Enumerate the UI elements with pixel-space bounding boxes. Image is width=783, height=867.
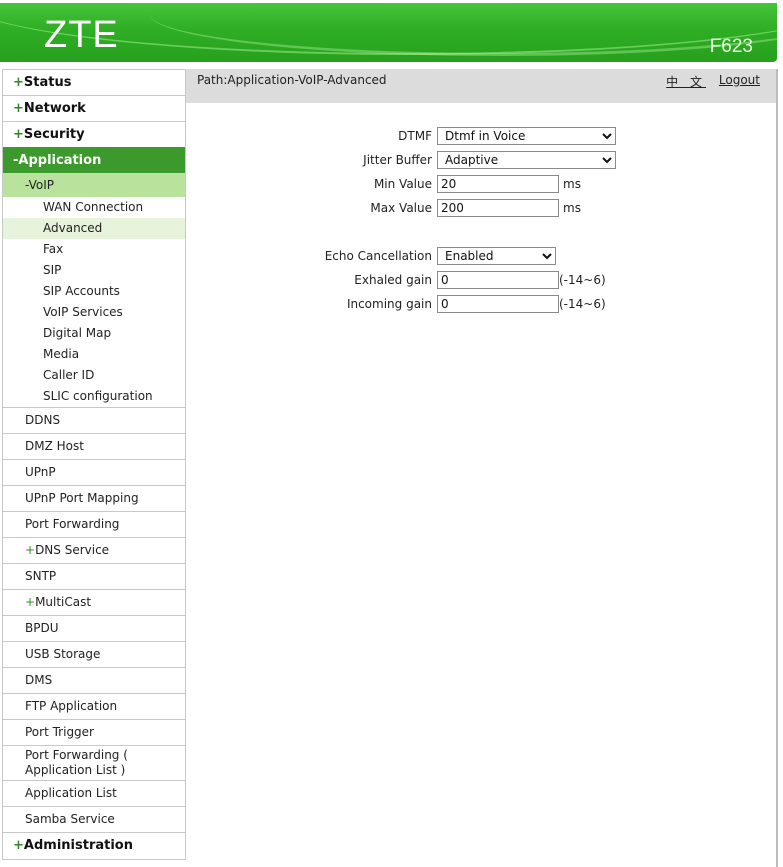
echo-cancellation-select[interactable]: Enabled xyxy=(437,247,556,265)
max-value-input[interactable] xyxy=(437,199,559,217)
sidebar-item-dmz-host[interactable]: DMZ Host xyxy=(3,433,185,459)
sidebar-item-application[interactable]: -Application xyxy=(3,147,185,173)
max-value-label: Max Value xyxy=(370,201,432,215)
sidebar-subitem-sip-accounts[interactable]: SIP Accounts xyxy=(3,281,185,302)
sidebar-subitem-digital-map[interactable]: Digital Map xyxy=(3,323,185,344)
expand-icon: + xyxy=(13,101,24,116)
echo-cancellation-label: Echo Cancellation xyxy=(324,249,432,263)
sidebar-item-multicast[interactable]: +MultiCast xyxy=(3,589,185,615)
sidebar-subitem-advanced[interactable]: Advanced xyxy=(3,218,185,239)
sidebar-item-ftp-application[interactable]: FTP Application xyxy=(3,693,185,719)
sidebar-item-port-forwarding-application-list[interactable]: Port Forwarding ( Application List ) xyxy=(3,745,185,780)
sidebar-item-label: Port Trigger xyxy=(25,725,94,739)
sidebar-nav: +Status +Network +Security -Application … xyxy=(2,69,186,860)
expand-icon: + xyxy=(13,127,24,142)
sidebar-item-label: FTP Application xyxy=(25,699,118,713)
sidebar-item-label: UPnP xyxy=(25,465,56,479)
incoming-gain-range: (-14~6) xyxy=(559,297,606,311)
sidebar-item-port-forwarding[interactable]: Port Forwarding xyxy=(3,511,185,537)
sidebar-item-label: Application List xyxy=(25,786,117,800)
sidebar-item-label: DMS xyxy=(25,673,53,687)
breadcrumb: Path:Application-VoIP-Advanced xyxy=(197,73,387,87)
dtmf-select[interactable]: Dtmf in Voice xyxy=(437,127,616,145)
sidebar-item-label: Port Forwarding ( Application List ) xyxy=(25,748,128,777)
sidebar-item-security[interactable]: +Security xyxy=(3,121,185,147)
sidebar-item-sntp[interactable]: SNTP xyxy=(3,563,185,589)
sidebar-subitem-caller-id[interactable]: Caller ID xyxy=(3,365,185,386)
sidebar-item-label: Samba Service xyxy=(25,812,115,826)
expand-icon: + xyxy=(25,595,36,609)
sidebar-item-application-list[interactable]: Application List xyxy=(3,780,185,806)
sidebar-item-dns-service[interactable]: +DNS Service xyxy=(3,537,185,563)
zte-logo: ZTE xyxy=(44,14,119,56)
sidebar-subitem-wan-connection[interactable]: WAN Connection xyxy=(3,197,185,218)
expand-icon: + xyxy=(13,75,24,90)
expand-icon: + xyxy=(13,838,24,853)
sidebar-item-label: MultiCast xyxy=(35,595,92,609)
sidebar-item-label: Security xyxy=(23,127,85,142)
sidebar-item-dms[interactable]: DMS xyxy=(3,667,185,693)
exhaled-gain-range: (-14~6) xyxy=(559,273,606,287)
main-panel: Path:Application-VoIP-Advanced 中 文 Logou… xyxy=(186,69,778,867)
sidebar-subitem-fax[interactable]: Fax xyxy=(3,239,185,260)
max-value-unit: ms xyxy=(563,201,581,215)
jitter-buffer-label: Jitter Buffer xyxy=(363,153,432,167)
sidebar-item-samba-service[interactable]: Samba Service xyxy=(3,806,185,832)
sidebar-item-label: DNS Service xyxy=(35,543,110,557)
incoming-gain-input[interactable] xyxy=(437,295,559,313)
exhaled-gain-input[interactable] xyxy=(437,271,559,289)
sidebar-item-port-trigger[interactable]: Port Trigger xyxy=(3,719,185,745)
sidebar-item-label: UPnP Port Mapping xyxy=(25,491,139,505)
path-bar: Path:Application-VoIP-Advanced 中 文 Logou… xyxy=(186,69,776,103)
sidebar-item-bpdu[interactable]: BPDU xyxy=(3,615,185,641)
sidebar-item-label: DDNS xyxy=(25,413,61,427)
sidebar-item-label: Status xyxy=(23,75,72,90)
sidebar-item-label: SNTP xyxy=(25,569,57,583)
sidebar-item-label: Network xyxy=(23,101,86,116)
sidebar-item-administration[interactable]: +Administration xyxy=(3,832,185,859)
sidebar-item-ddns[interactable]: DDNS xyxy=(3,407,185,433)
exhaled-gain-label: Exhaled gain xyxy=(354,273,432,287)
min-value-input[interactable] xyxy=(437,175,559,193)
sidebar-item-label: DMZ Host xyxy=(25,439,84,453)
incoming-gain-label: Incoming gain xyxy=(346,297,432,311)
sidebar-item-label: Port Forwarding xyxy=(25,517,120,531)
sidebar-item-label: Application xyxy=(18,153,102,168)
dtmf-label: DTMF xyxy=(398,129,432,143)
min-value-unit: ms xyxy=(563,177,581,191)
sidebar-subitem-media[interactable]: Media xyxy=(3,344,185,365)
sidebar-item-status[interactable]: +Status xyxy=(3,69,185,95)
sidebar-item-label: BPDU xyxy=(25,621,59,635)
sidebar-subitem-sip[interactable]: SIP xyxy=(3,260,185,281)
sidebar-item-upnp-port-mapping[interactable]: UPnP Port Mapping xyxy=(3,485,185,511)
sidebar-item-network[interactable]: +Network xyxy=(3,95,185,121)
sidebar-subitem-slic-configuration[interactable]: SLIC configuration xyxy=(3,386,185,407)
min-value-label: Min Value xyxy=(373,177,432,191)
sidebar-item-label: Administration xyxy=(23,838,133,853)
device-model: F623 xyxy=(709,36,753,57)
sidebar-item-usb-storage[interactable]: USB Storage xyxy=(3,641,185,667)
sidebar-subitem-voip-services[interactable]: VoIP Services xyxy=(3,302,185,323)
expand-icon: + xyxy=(25,543,36,557)
sidebar-item-label: USB Storage xyxy=(25,647,101,661)
sidebar-item-upnp[interactable]: UPnP xyxy=(3,459,185,485)
header-banner: ZTE F623 xyxy=(0,3,777,62)
jitter-buffer-select[interactable]: Adaptive xyxy=(437,151,616,169)
sidebar-item-voip[interactable]: -VoIP xyxy=(3,173,185,197)
language-link[interactable]: 中 文 xyxy=(666,73,706,90)
logout-link[interactable]: Logout xyxy=(719,73,760,87)
